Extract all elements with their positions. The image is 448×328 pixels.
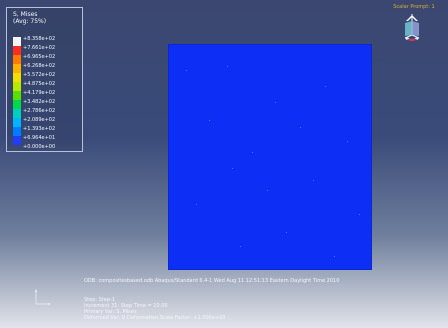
legend-values: +8.358e+02 +7.661e+02 +6.965e+02 +6.268e…	[23, 36, 79, 150]
deformed-var-label: Deformed Var: U Deformation Scale Factor…	[84, 315, 226, 321]
legend-value: +5.572e+02	[23, 72, 56, 78]
speck	[359, 214, 360, 215]
legend-value: +2.786e+02	[23, 108, 56, 114]
stress-contour-plot[interactable]	[168, 44, 372, 270]
legend-swatch	[13, 73, 21, 82]
speck	[347, 141, 348, 142]
triad-icon	[404, 14, 420, 41]
legend-value: +8.358e+02	[23, 36, 56, 42]
speck	[240, 246, 241, 247]
odb-info: ODB: compositesbased.odb Abaqus/Standard…	[84, 278, 340, 284]
legend-value: +7.661e+02	[23, 45, 56, 51]
speck	[275, 102, 276, 103]
speck	[232, 168, 233, 169]
legend-value: +4.179e+02	[23, 90, 56, 96]
speck	[186, 70, 187, 71]
legend-swatch	[13, 37, 21, 46]
speck	[252, 152, 253, 153]
contour-legend: S, Mises (Avg: 75%) +8.358e+02 +7.661e+0…	[6, 7, 83, 152]
legend-value: +4.875e+02	[23, 81, 56, 87]
speck	[313, 180, 314, 181]
view-triad: Scalar Prompt: 1	[384, 1, 444, 44]
legend-subtitle: (Avg: 75%)	[13, 18, 47, 25]
legend-value: +1.393e+02	[23, 126, 56, 132]
legend-swatch	[13, 55, 21, 64]
legend-value: +6.964e+01	[23, 135, 56, 141]
speck	[227, 66, 228, 67]
legend-swatch	[13, 127, 21, 136]
legend-value: +6.268e+02	[23, 63, 56, 69]
legend-swatch	[13, 100, 21, 109]
speck	[267, 190, 268, 191]
legend-value: +2.089e+02	[23, 117, 56, 123]
legend-swatch	[13, 109, 21, 118]
speck	[325, 86, 326, 87]
analysis-info: Step: Step-1 Increment 31: Step Time = 1…	[84, 297, 264, 321]
legend-value: +0.000e+00	[23, 144, 56, 150]
legend-swatch	[13, 64, 21, 73]
speck	[196, 204, 197, 205]
legend-swatch	[13, 91, 21, 100]
legend-swatch	[13, 46, 21, 55]
coordinate-axes-icon	[34, 289, 51, 306]
speck	[300, 127, 301, 128]
legend-value: +3.482e+02	[23, 99, 56, 105]
legend-title: S, Mises	[13, 11, 38, 18]
legend-swatch	[13, 136, 21, 145]
viewport[interactable]: { "legend": { "title": "S, Mises", "subt…	[0, 0, 448, 328]
speck	[334, 256, 335, 257]
triad-label: Scalar Prompt: 1	[393, 4, 435, 10]
legend-value: +6.965e+02	[23, 54, 56, 60]
legend-swatch	[13, 82, 21, 91]
speck	[209, 120, 210, 121]
legend-swatch	[13, 118, 21, 127]
speck	[286, 232, 287, 233]
legend-swatches	[13, 37, 21, 145]
